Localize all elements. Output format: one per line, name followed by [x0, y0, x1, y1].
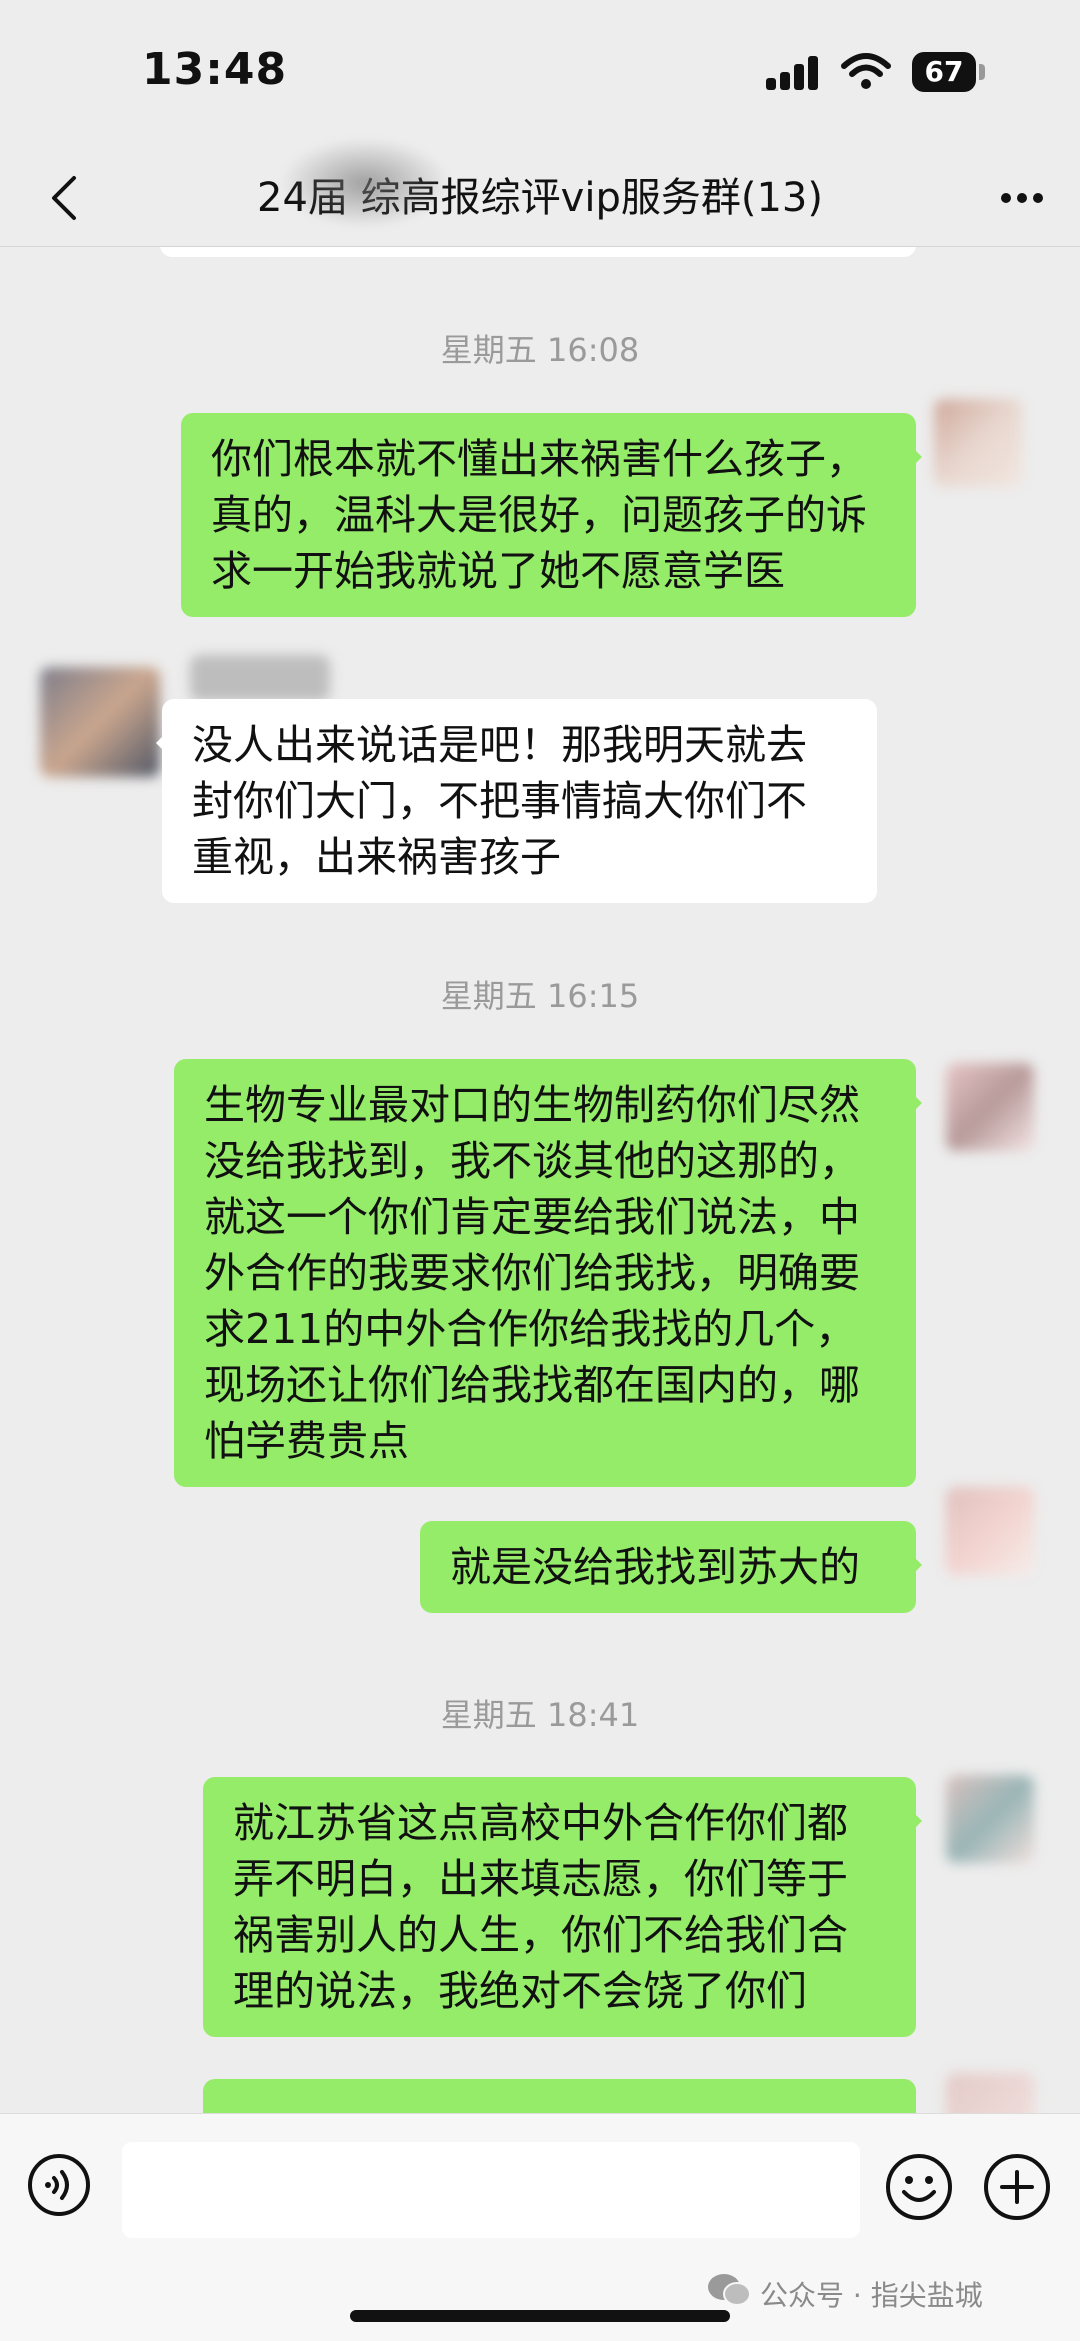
message-bubble-received[interactable]: 没人出来说话是吧！那我明天就去封你们大门，不把事情搞大你们不重视，出来祸害孩子 — [156, 699, 877, 903]
wechat-icon — [708, 2274, 751, 2306]
wifi-icon — [841, 53, 891, 89]
timestamp: 星期五 18:41 — [440, 1696, 640, 1734]
more-icon[interactable] — [992, 168, 1052, 228]
battery-tip — [979, 64, 985, 80]
sender-avatar[interactable] — [946, 2073, 1034, 2113]
message-list[interactable]: 星期五 16:08 你们根本就不懂出来祸害什么孩子，真的，温科大是很好，问题孩子… — [0, 247, 1080, 2113]
chat-title: 24届 综高报综评vip服务群(13) — [257, 175, 823, 221]
message-bubble-sent[interactable]: 你们根本就不懂出来祸害什么孩子，真的，温科大是很好，问题孩子的诉求一开始我就说了… — [181, 413, 922, 617]
emoji-icon[interactable] — [884, 2152, 954, 2222]
previous-message-bubble — [160, 247, 916, 257]
message-bubble-sent[interactable]: 就江苏省这点高校中外合作你们都弄不明白，出来填志愿，你们等于祸害别人的人生，你们… — [203, 1777, 922, 2037]
input-bar: 公众号 · 指尖盐城 — [0, 2113, 1080, 2341]
status-time: 13:48 — [142, 44, 288, 95]
sender-avatar[interactable] — [946, 1775, 1034, 1863]
message-input[interactable] — [122, 2142, 860, 2238]
contact-name-redacted — [190, 655, 330, 701]
message-bubble-sent-partial[interactable] — [203, 2079, 916, 2113]
timestamp: 星期五 16:15 — [440, 977, 640, 1015]
redaction-blur — [280, 138, 450, 228]
watermark: 公众号 · 指尖盐城 — [760, 2279, 983, 2312]
home-indicator[interactable] — [350, 2310, 730, 2322]
voice-icon[interactable] — [26, 2152, 92, 2218]
timestamp: 星期五 16:08 — [440, 331, 640, 369]
contact-avatar[interactable] — [40, 667, 160, 777]
sender-avatar[interactable] — [946, 1487, 1034, 1575]
chat-header: 24届 综高报综评vip服务群(13) — [0, 150, 1080, 247]
sender-avatar[interactable] — [946, 1063, 1034, 1151]
signal-icon — [766, 56, 822, 90]
back-icon[interactable] — [36, 168, 96, 228]
status-bar: 13:48 67 — [0, 0, 1080, 150]
plus-icon[interactable] — [982, 2152, 1052, 2222]
message-bubble-sent[interactable]: 生物专业最对口的生物制药你们尽然没给我找到，我不谈其他的这那的，就这一个你们肯定… — [174, 1059, 922, 1487]
battery-icon: 67 — [912, 52, 976, 92]
sender-avatar[interactable] — [934, 399, 1022, 487]
message-bubble-sent[interactable]: 就是没给我找到苏大的 — [420, 1521, 922, 1613]
